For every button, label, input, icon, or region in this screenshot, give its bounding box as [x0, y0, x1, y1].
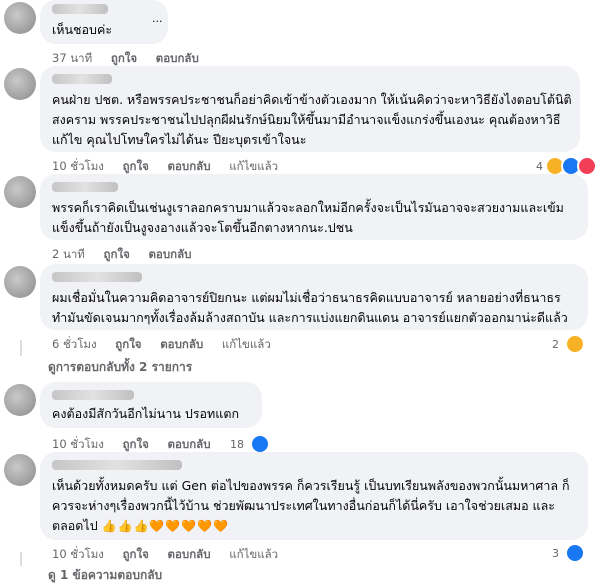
reply-button[interactable]: ตอบกลับ — [148, 246, 191, 264]
reaction-count: 4 — [536, 159, 543, 173]
reaction-summary[interactable]: 2 — [552, 334, 585, 354]
comment-bubble: ผมเชื่อมั่นในความคิดอาจารย์ปิยกนะ แต่ผมไ… — [40, 264, 588, 330]
comment-actions: 10 ชั่วโมง ถูกใจ ตอบกลับ แก้ไขแล้ว — [52, 546, 293, 564]
comment-text: เห็นด้วยทั้งหมดครับ แต่ Gen ต่อไปของพรรค… — [52, 478, 570, 533]
comment-time[interactable]: 10 ชั่วโมง — [52, 546, 104, 564]
comment-actions: 2 นาที ถูกใจ ตอบกลับ — [52, 246, 206, 264]
commenter-name[interactable] — [52, 74, 112, 84]
commenter-avatar[interactable] — [4, 2, 36, 34]
comment-text: พรรคก็เราคิดเป็นเช่นงูเราลอกคราบมาแล้วจะ… — [52, 200, 564, 235]
reaction-count: 18 — [230, 437, 244, 451]
reaction-summary[interactable]: 3 — [552, 543, 585, 563]
commenter-name[interactable] — [52, 460, 182, 470]
reply-thread-line — [20, 340, 22, 356]
like-button[interactable]: ถูกใจ — [123, 546, 149, 564]
like-icon — [565, 543, 585, 563]
comment-text: คนฝ่าย ปชต. หรือพรรคประชาชนก็อย่าคิดเข้า… — [52, 92, 572, 147]
comment-text: ผมเชื่อมั่นในความคิดอาจารย์ปิยกนะ แต่ผมไ… — [52, 290, 568, 325]
comment-actions: 6 ชั่วโมง ถูกใจ ตอบกลับ แก้ไขแล้ว — [52, 336, 286, 354]
like-button[interactable]: ถูกใจ — [104, 246, 130, 264]
like-button[interactable]: ถูกใจ — [115, 336, 141, 354]
comment-bubble: คงต้องมีสักวันอีกไม่นาน ปรอทแตก — [40, 382, 262, 428]
reaction-summary[interactable]: 4 — [536, 156, 597, 176]
like-icon — [250, 434, 270, 454]
commenter-avatar[interactable] — [4, 454, 36, 486]
emoji-tail: 👍👍👍🧡🧡🧡🧡🧡 — [101, 519, 230, 533]
commenter-avatar[interactable] — [4, 266, 36, 298]
reply-button[interactable]: ตอบกลับ — [168, 546, 211, 564]
commenter-name[interactable] — [52, 4, 108, 14]
reply-thread-line — [20, 552, 22, 566]
comment-bubble: คนฝ่าย ปชต. หรือพรรคประชาชนก็อย่าคิดเข้า… — [40, 66, 580, 152]
edited-label[interactable]: แก้ไขแล้ว — [222, 336, 271, 354]
comment-text: คงต้องมีสักวันอีกไม่นาน ปรอทแตก — [52, 406, 240, 421]
edited-label[interactable]: แก้ไขแล้ว — [229, 546, 278, 564]
comment-more-text: ... — [152, 12, 163, 25]
commenter-name[interactable] — [52, 272, 142, 282]
commenter-avatar[interactable] — [4, 176, 36, 208]
comment-bubble: เห็นด้วยทั้งหมดครับ แต่ Gen ต่อไปของพรรค… — [40, 452, 588, 540]
comment-time[interactable]: 6 ชั่วโมง — [52, 336, 97, 354]
comment-bubble: พรรคก็เราคิดเป็นเช่นงูเราลอกคราบมาแล้วจะ… — [40, 174, 588, 240]
view-replies-link[interactable]: ดู 1 ข้อความตอบกลับ — [48, 566, 162, 585]
comment-time[interactable]: 2 นาที — [52, 246, 85, 264]
love-icon — [577, 156, 597, 176]
reply-button[interactable]: ตอบกลับ — [160, 336, 203, 354]
comment-text: เห็นชอบค่ะ — [52, 22, 113, 37]
commenter-name[interactable] — [52, 182, 118, 192]
commenter-name[interactable] — [52, 390, 134, 400]
reaction-count: 3 — [552, 546, 559, 560]
reaction-summary[interactable]: 18 — [230, 434, 270, 454]
reaction-count: 2 — [552, 337, 559, 351]
comment-bubble: เห็นชอบค่ะ ... — [40, 0, 168, 44]
commenter-avatar[interactable] — [4, 384, 36, 416]
view-replies-link[interactable]: ดูการตอบกลับทั้ง 2 รายการ — [48, 358, 192, 377]
commenter-avatar[interactable] — [4, 68, 36, 100]
haha-icon — [565, 334, 585, 354]
